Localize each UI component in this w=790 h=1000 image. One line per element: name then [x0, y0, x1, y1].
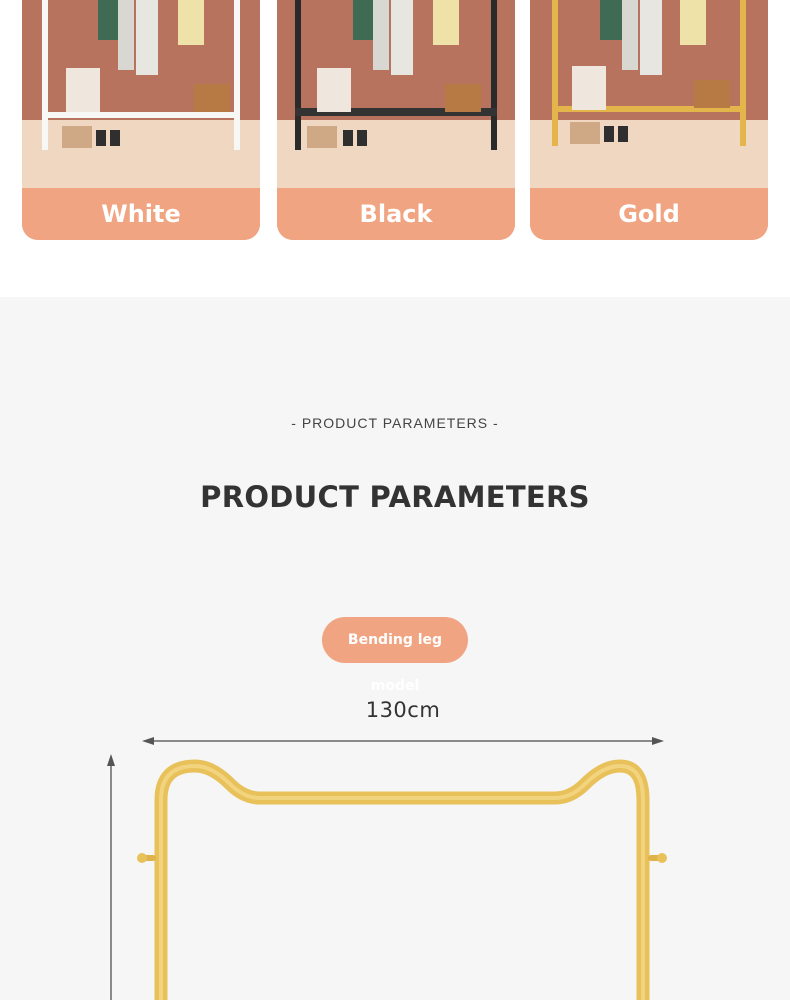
width-arrow-left-head — [142, 737, 154, 745]
rack-dimension-diagram — [107, 737, 667, 1000]
color-variants-section: White Black Gold — [0, 0, 790, 297]
variant-card-gold[interactable]: Gold — [530, 0, 768, 240]
variant-label-black: Black — [277, 188, 515, 240]
variant-card-white[interactable]: White — [22, 0, 260, 240]
variant-card-black[interactable]: Black — [277, 0, 515, 240]
model-badge: Bending leg model — [322, 617, 468, 694]
height-arrow-head — [107, 754, 115, 766]
section-subtitle: - PRODUCT PARAMETERS - — [291, 415, 499, 431]
gold-rack-frame — [154, 759, 650, 1000]
white-rack-photo — [22, 0, 260, 188]
width-arrow-right-head — [652, 737, 664, 745]
gold-rack-photo — [530, 0, 768, 188]
black-rack-photo — [277, 0, 515, 188]
width-dimension-label: 130cm — [365, 698, 441, 722]
variant-label-white: White — [22, 188, 260, 240]
variant-label-gold: Gold — [530, 188, 768, 240]
section-title: PRODUCT PARAMETERS — [200, 480, 590, 514]
